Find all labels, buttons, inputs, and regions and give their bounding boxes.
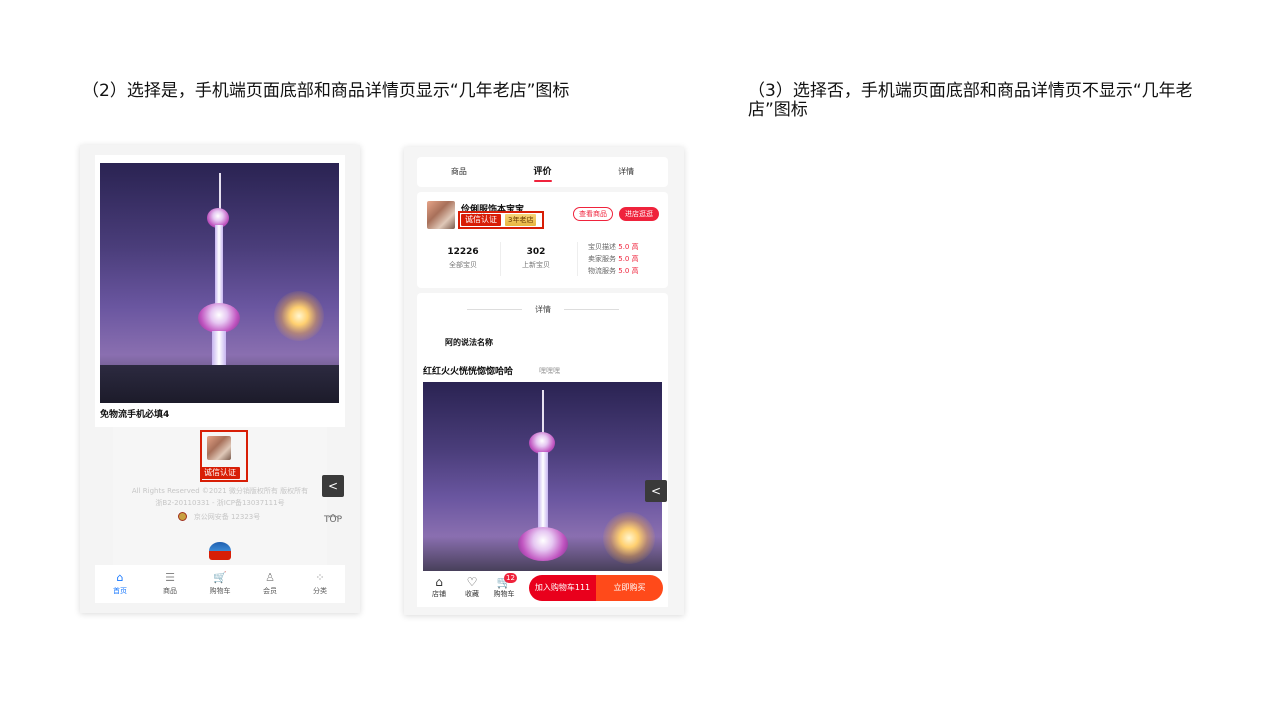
- icp-text[interactable]: 浙B2-20110331 - 浙ICP备13037111号: [113, 498, 327, 508]
- section-heading-no: （3）选择否，手机端页面底部和商品详情页不显示“几年老店”图标: [748, 81, 1193, 120]
- view-goods-button[interactable]: 查看商品: [573, 207, 613, 221]
- photo-ground: [100, 365, 339, 403]
- tab-label: 商品: [163, 587, 177, 595]
- rating-level: 高: [631, 243, 639, 251]
- copyright-text: All Rights Reserved ©2021 微分销版权所有 版权所有: [131, 487, 309, 495]
- detail-headline-tag: 嘿嘿嘿: [539, 367, 560, 375]
- divider: [467, 309, 522, 310]
- rating-score: 5.0: [618, 267, 630, 275]
- detail-subtitle: 阿的说法名称: [445, 338, 493, 347]
- rating-score: 5.0: [618, 255, 630, 263]
- tab-label: 购物车: [209, 587, 231, 595]
- shop-info-card: 伶俐服饰本宝宝 诚信认证 3年老店 查看商品 进店逛逛 12226 全部宝贝 3…: [417, 192, 668, 288]
- tab-cart[interactable]: 🛒 购物车: [195, 565, 245, 603]
- tab-category[interactable]: ⁘ 分类: [295, 565, 345, 603]
- detail-title: 详情: [535, 305, 551, 314]
- rating-row: 卖家服务 5.0 高: [588, 254, 639, 264]
- police-record-text[interactable]: 京公网安备 12323号: [113, 512, 327, 522]
- tab-home[interactable]: ⌂ 首页: [95, 565, 145, 603]
- divider: [564, 309, 619, 310]
- rating-row: 宝贝描述 5.0 高: [588, 242, 639, 252]
- shop-avatar: [427, 201, 455, 229]
- integrity-badge: 诚信认证: [200, 467, 240, 479]
- product-name: 免物流手机必填4: [100, 410, 170, 420]
- rating-label: 物流服务: [588, 267, 616, 275]
- enter-shop-button[interactable]: 进店逛逛: [619, 207, 659, 221]
- detail-photo: [423, 382, 662, 575]
- tab-details[interactable]: 详情: [584, 157, 668, 187]
- tab-goods[interactable]: 商品: [417, 157, 501, 187]
- back-to-top-button[interactable]: TOP: [322, 515, 344, 525]
- chevron-left-icon[interactable]: <: [645, 480, 667, 502]
- home-icon: ⌂: [116, 571, 124, 584]
- detail-headline: 红红火火恍恍惚惚哈哈: [423, 367, 514, 377]
- light-flare: [274, 291, 324, 341]
- tab-products[interactable]: ☰ 商品: [145, 565, 195, 603]
- cart-label: 购物车: [493, 590, 515, 598]
- tower-ball-bottom: [518, 527, 568, 561]
- bottom-tab-bar: ⌂ 首页 ☰ 商品 🛒 购物车 ♙ 会员 ⁘ 分类: [95, 565, 345, 603]
- rating-label: 卖家服务: [588, 255, 616, 263]
- purchase-buttons: 加入购物车111 立即购买: [529, 575, 663, 601]
- emblem-icon: [209, 542, 231, 560]
- store-label: 店铺: [432, 590, 446, 598]
- rating-label: 宝贝描述: [588, 243, 616, 251]
- store-button[interactable]: ⌂ 店铺: [426, 575, 452, 599]
- rating-row: 物流服务 5.0 高: [588, 266, 639, 276]
- rating-score: 5.0: [618, 243, 630, 251]
- tower-shaft: [215, 225, 223, 315]
- shop-avatar: [207, 436, 231, 460]
- tab-label: 会员: [263, 587, 277, 595]
- tower-ball-top: [529, 432, 555, 454]
- old-shop-badge: 3年老店: [505, 214, 537, 226]
- divider: [577, 242, 578, 276]
- buy-now-button[interactable]: 立即购买: [596, 575, 663, 601]
- cart-count-badge: 12: [504, 573, 517, 583]
- product-card[interactable]: 免物流手机必填4: [95, 155, 345, 427]
- add-to-cart-button[interactable]: 加入购物车111: [529, 575, 596, 601]
- cart-icon: 🛒: [213, 571, 227, 584]
- favorite-button[interactable]: ♡ 收藏: [459, 575, 485, 599]
- purchase-bar: ⌂ 店铺 ♡ 收藏 🛒 购物车 12 加入购物车111 立即购买: [417, 571, 668, 607]
- store-icon: ⌂: [435, 575, 443, 589]
- detail-section: 详情 阿的说法名称 红红火火恍恍惚惚哈哈 嘿嘿嘿: [417, 293, 668, 575]
- list-icon: ☰: [165, 571, 175, 584]
- divider: [500, 242, 501, 276]
- tab-label: 首页: [113, 587, 127, 595]
- light-flare: [603, 512, 655, 564]
- stat-all-items-value: 12226: [447, 247, 479, 257]
- rating-level: 高: [631, 267, 639, 275]
- stat-all-items-label: 全部宝贝: [449, 261, 477, 269]
- heart-icon: ♡: [466, 575, 478, 589]
- tab-member[interactable]: ♙ 会员: [245, 565, 295, 603]
- phone-mockup-product-detail: 商品 评价 详情 伶俐服饰本宝宝 诚信认证 3年老店 查看商品 进店逛逛 122…: [404, 147, 684, 615]
- stat-new-items-label: 上新宝贝: [522, 261, 550, 269]
- stat-new-items-value: 302: [526, 247, 546, 257]
- tab-label: 分类: [313, 587, 327, 595]
- product-tabs: 商品 评价 详情: [417, 157, 668, 187]
- chevron-left-icon[interactable]: <: [322, 475, 344, 497]
- phone-mockup-shop-footer: 免物流手机必填4 诚信认证 All Rights Reserved ©2021 …: [80, 145, 360, 613]
- rating-level: 高: [631, 255, 639, 263]
- user-icon: ♙: [265, 571, 275, 584]
- product-photo: [100, 163, 339, 403]
- tower-ball-bottom: [198, 303, 240, 333]
- integrity-badge: 诚信认证: [461, 214, 501, 226]
- grid-icon: ⁘: [315, 571, 325, 584]
- tab-reviews[interactable]: 评价: [501, 157, 585, 187]
- tower-base: [212, 331, 226, 366]
- section-heading-yes: （2）选择是，手机端页面底部和商品详情页显示“几年老店”图标: [82, 81, 570, 101]
- tower-shaft: [538, 452, 548, 532]
- favorite-label: 收藏: [465, 590, 479, 598]
